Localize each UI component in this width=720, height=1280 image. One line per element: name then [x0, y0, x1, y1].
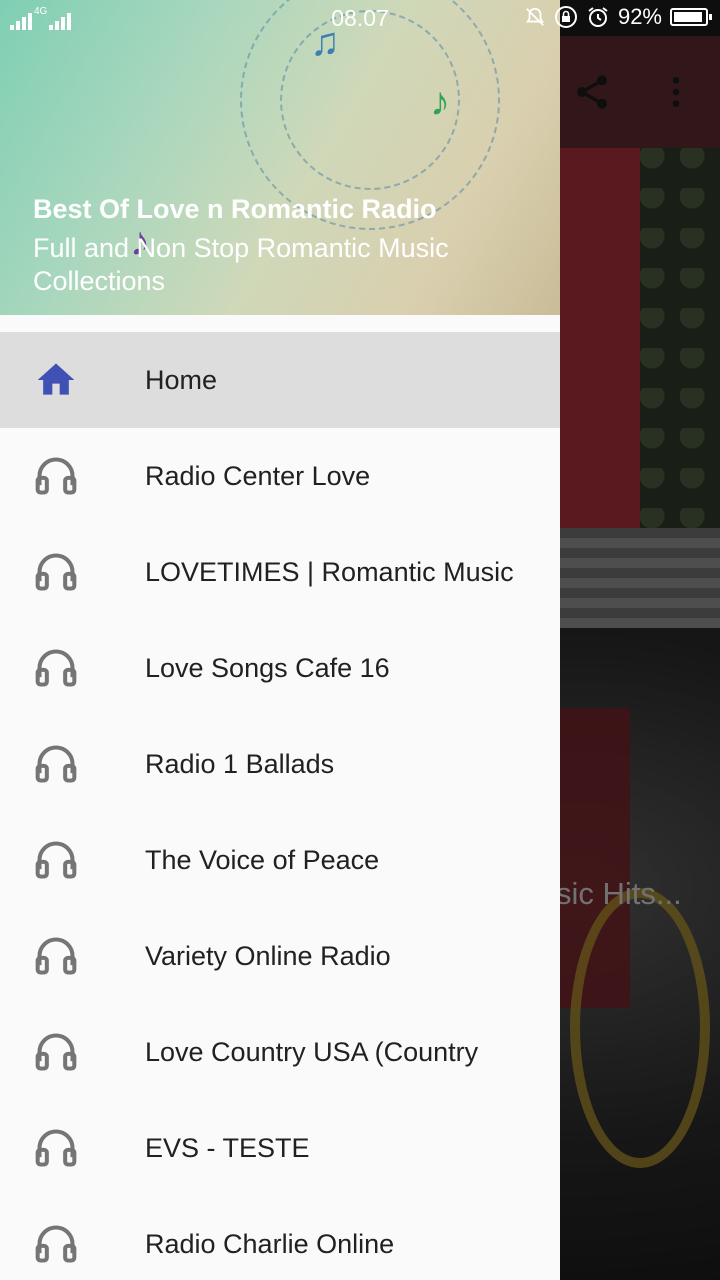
drawer-item-label: LOVETIMES | Romantic Music [145, 556, 514, 587]
battery-level [674, 12, 702, 22]
drawer-item-label: Variety Online Radio [145, 940, 391, 971]
lock-rotation-icon [554, 6, 577, 28]
drawer-item-station[interactable]: Radio Center Love [0, 428, 560, 524]
navigation-drawer: ♪ ♫ ♪ Best Of Love n Romantic Radio Full… [0, 0, 560, 1280]
drawer-item-station[interactable]: EVS - TESTE [0, 1100, 560, 1196]
drawer-item-station[interactable]: LOVETIMES | Romantic Music [0, 524, 560, 620]
battery-percent: 92% [617, 4, 662, 29]
headphones-icon [35, 1225, 77, 1263]
home-icon [37, 363, 75, 395]
drawer-item-label: The Voice of Peace [145, 844, 380, 875]
headphones-icon [35, 937, 77, 975]
drawer-header-subtitle: Full and Non Stop Romantic Music Collect… [33, 233, 449, 296]
drawer-item-label: Radio 1 Ballads [145, 748, 335, 779]
drawer-menu: Home Radio Center Love LOVETIMES | Roman… [0, 332, 560, 1280]
drawer-item-station[interactable]: Radio Charlie Online [0, 1196, 560, 1280]
drawer-item-station[interactable]: Variety Online Radio [0, 908, 560, 1004]
alarm-icon [588, 7, 608, 27]
headphones-icon [35, 649, 77, 687]
headphones-icon [35, 457, 77, 495]
drawer-header: ♪ ♫ ♪ Best Of Love n Romantic Radio Full… [0, 0, 560, 315]
drawer-item-station[interactable]: Love Songs Cafe 16 [0, 620, 560, 716]
status-bar: 4G 08.07 92% [0, 0, 720, 36]
drawer-item-station[interactable]: Radio 1 Ballads [0, 716, 560, 812]
drawer-item-label: Radio Charlie Online [145, 1228, 395, 1259]
headphones-icon [35, 1129, 77, 1167]
mute-icon [525, 7, 544, 26]
drawer-item-label: Love Songs Cafe 16 [145, 652, 390, 683]
headphones-icon [35, 841, 77, 879]
drawer-item-label: Home [145, 364, 218, 395]
headphones-icon [35, 553, 77, 591]
drawer-item-label: Love Country USA (Country [145, 1036, 479, 1067]
drawer-item-home[interactable]: Home [0, 332, 560, 428]
drawer-header-title: Best Of Love n Romantic Radio [33, 194, 437, 224]
headphones-icon [35, 745, 77, 783]
drawer-item-label: Radio Center Love [145, 460, 371, 491]
drawer-item-station[interactable]: The Voice of Peace [0, 812, 560, 908]
music-note-decoration: ♪ [430, 80, 450, 124]
drawer-item-label: EVS - TESTE [145, 1132, 310, 1163]
drawer-item-station[interactable]: Love Country USA (Country [0, 1004, 560, 1100]
battery-icon [670, 8, 712, 26]
status-icons: 92% [524, 4, 712, 30]
headphones-icon [35, 1033, 77, 1071]
